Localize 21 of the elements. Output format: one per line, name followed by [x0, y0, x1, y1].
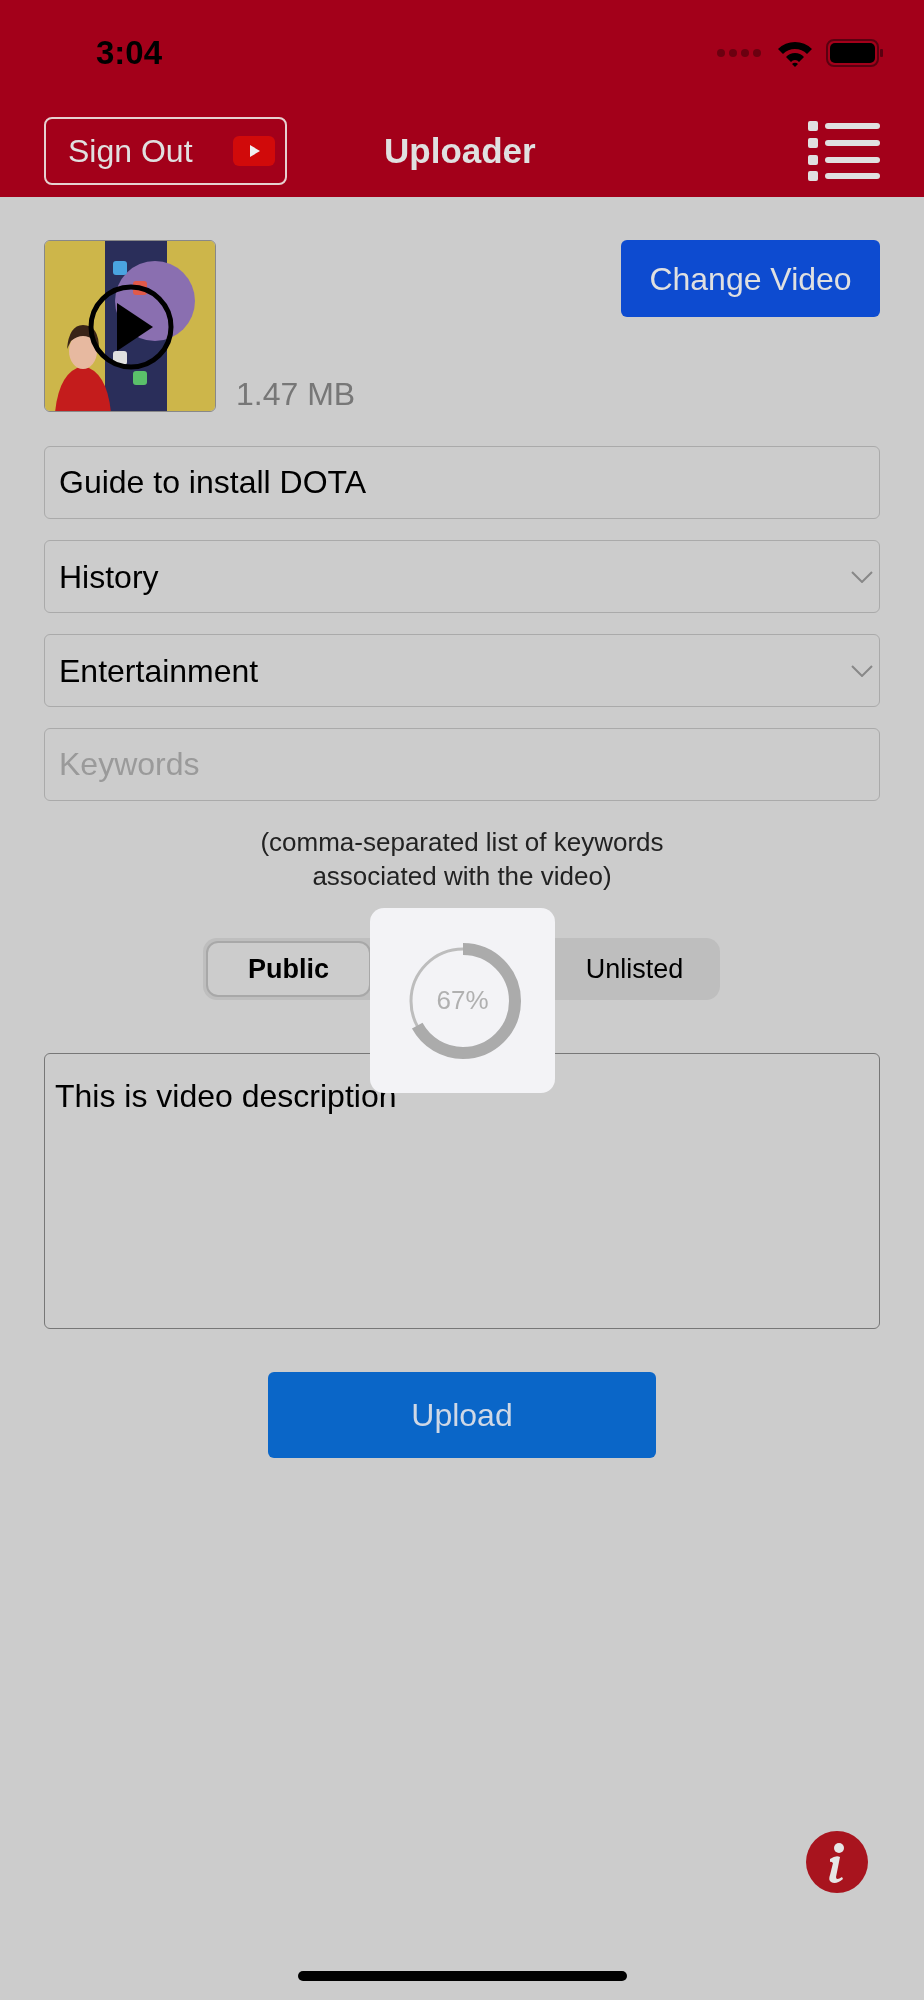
file-size: 1.47 MB — [236, 375, 356, 414]
dropdown-field[interactable]: Entertainment — [44, 634, 880, 707]
segment-tab[interactable]: Public — [206, 941, 371, 997]
app-title: Uploader — [384, 129, 536, 172]
progress-percent: 67% — [436, 984, 489, 1017]
signal-icon — [716, 47, 764, 58]
battery-icon — [826, 38, 884, 67]
segment-tab[interactable]: Unlisted — [552, 941, 717, 997]
play-icon — [232, 136, 275, 166]
sign-out-button[interactable]: Sign Out — [44, 117, 287, 185]
chevron-down-icon — [851, 570, 873, 583]
upload-button[interactable]: Upload — [268, 1372, 656, 1458]
status-time: 3:04 — [96, 32, 163, 73]
dropdown-field[interactable]: History — [44, 540, 880, 613]
menu-icon[interactable] — [808, 121, 880, 181]
description-field[interactable]: This is video description — [44, 1053, 880, 1329]
change-video-button[interactable]: Change Video — [621, 240, 880, 317]
keywords-hint: (comma-separated list of keywords associated with the video) — [259, 826, 665, 893]
input-field[interactable]: Guide to install DOTA — [44, 446, 880, 519]
info-icon[interactable] — [806, 1831, 868, 1893]
chevron-down-icon — [851, 664, 873, 677]
